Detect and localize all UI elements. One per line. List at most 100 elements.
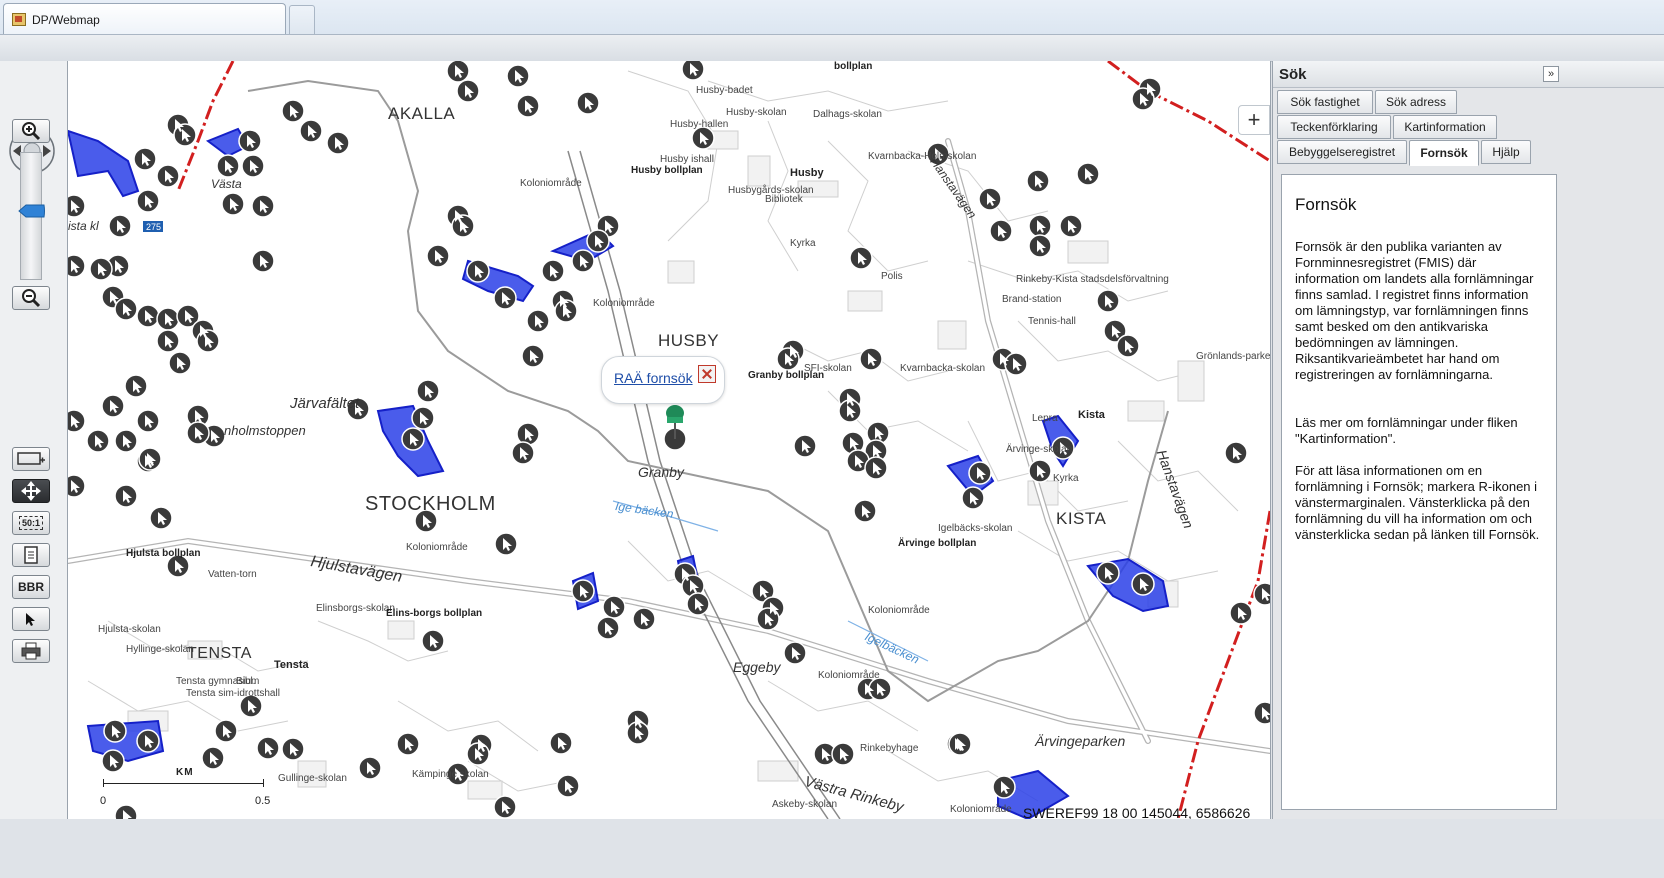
coordinate-readout: SWEREF99 18 00 145044, 6586626 [1023,805,1251,819]
map-label-askeby-skolan: Askeby-skolan [772,799,838,810]
browser-tab-bar: DP/Webmap [0,0,1664,35]
map-label-ista-kl: ista kl [68,219,99,233]
map-label-eggeby: Eggeby [733,659,781,675]
fornsok-paragraph-2: Läs mer om fornlämningar under fliken "K… [1295,415,1518,446]
scale-bar: KM 0 0.5 [98,765,278,815]
map-label-vasta: Västa [211,177,242,191]
bbr-button[interactable]: BBR [12,575,50,599]
map-tools-panel: 50:1 BBR [0,61,68,819]
map-label-kista-small: Kista [1078,409,1105,421]
pan-tool-button[interactable] [12,479,50,503]
map-label-koloniomrade-5: Koloniområde [818,670,880,681]
map-label-gullinge-skolan: Gullinge-skolan [278,773,347,784]
scale-min: 0 [100,795,107,807]
map-label-brandstation: Brand-station [1002,294,1062,305]
map-label-tensta: TENSTA [187,645,252,662]
printer-icon [21,642,41,660]
app-toolbar-strip [0,35,1664,62]
map-label-husby-center: Husby [790,167,824,179]
map-label-koloniomrade-2: Koloniområde [593,298,655,309]
map-label-hjulsta-bollplan: Hjulsta bollplan [126,548,201,559]
zoom-slider-handle[interactable] [18,204,46,218]
popup-close-icon[interactable] [698,365,716,383]
map-label-tensta-sim: Tensta sim-idrottshall [186,688,280,699]
search-side-panel: Sök » Sök fastighet Sök adress Teckenför… [1272,61,1664,819]
move-arrows-icon [21,481,41,501]
map-label-gronlandsparken: Grönlands-parken [1196,351,1271,362]
map-label-bibliotek: Bibliotek [765,194,803,205]
scale-button[interactable]: 50:1 [12,511,50,535]
map-label-koloniomrade-4: Koloniområde [868,605,930,616]
map-label-husby: HUSBY [658,331,720,350]
map-label-husby-skolan: Husby-skolan [726,107,787,118]
zoom-in-button[interactable] [12,119,50,143]
fornsok-paragraph-3: För att läsa informationen om en fornläm… [1295,463,1540,542]
map-label-stockholm: STOCKHOLM [365,493,496,515]
tab-sok-adress[interactable]: Sök adress [1375,90,1457,114]
map-zoom-plus-button[interactable]: + [1238,105,1270,135]
map-view[interactable]: 275 AKALLA STOCKHOLM HUSBY KISTA TENSTA … [68,61,1271,819]
side-panel-header: Sök » [1273,61,1664,88]
scale-unit: KM [176,767,194,778]
map-label-kista: KISTA [1056,509,1107,528]
collapse-panel-icon[interactable]: » [1543,66,1559,82]
tab-teckenforklaring[interactable]: Teckenförklaring [1277,115,1391,139]
map-label-lepra: Lepra [1032,413,1058,424]
map-label-granby: Granby [638,464,684,480]
map-label-polis: Polis [881,271,903,282]
fornsok-paragraph-1: Fornsök är den publika varianten av Forn… [1295,239,1534,382]
map-label-igelbacks-skolan: Igelbäcks-skolan [938,523,1013,534]
tab-bebyggelseregistret[interactable]: Bebyggelseregistret [1277,140,1407,164]
webmap-favicon-icon [12,13,26,26]
map-label-kampinge-skolan: Kämpinge skolan [412,769,489,780]
map-label-granby-bollplan: Granby bollplan [748,370,825,381]
map-label-rinkeby-kista: Rinkeby-Kista stadsdelsförvaltning [1016,274,1169,285]
document-button[interactable] [12,543,50,567]
map-label-bibl: Bibl. [236,676,256,687]
fornsok-popup: RAÄ fornsök [601,356,725,404]
scale-max: 0.5 [255,795,271,807]
side-panel-title: Sök [1279,66,1307,83]
print-button[interactable] [12,639,50,663]
map-label-husby-bollplan: Husby bollplan [631,165,703,176]
zoom-in-icon [22,122,41,141]
map-label-koloniomrade-3: Koloniområde [406,542,468,553]
browser-tab[interactable]: DP/Webmap [3,3,286,34]
map-label-koloniomrade-6: Koloniområde [950,804,1012,815]
map-label-husby-hallen: Husby-hallen [670,119,729,130]
location-pushpin-icon[interactable] [663,405,687,451]
tab-fornsok[interactable]: Fornsök [1409,140,1479,166]
map-label-kvarnbacka-holmskolan: Kvarnbacka-Holmskolan [868,151,977,162]
map-label-arvinge-bollplan: Ärvinge bollplan [898,538,977,549]
fornsok-r-button[interactable] [12,607,50,631]
map-label-husby-badet: Husby-badet [696,85,753,96]
r-arrow-icon [26,613,35,626]
zoom-box-icon [17,452,45,465]
tab-hjalp[interactable]: Hjälp [1481,140,1531,164]
tab-kartinformation[interactable]: Kartinformation [1393,115,1497,139]
map-label-arvinge-skolan: Ärvinge-skolan [1006,444,1073,455]
map-label-jarvafaltet: Järvafältet [290,395,360,412]
browser-tab-title: DP/Webmap [32,13,100,27]
map-label-hyllinge-skolan: Hyllinge-skolan [126,644,194,655]
zoom-box-button[interactable] [12,447,50,471]
status-strip [0,819,1664,878]
fornsok-heading: Fornsök [1295,195,1357,214]
fornsok-info-panel: Fornsök Fornsök är den publika varianten… [1281,174,1557,810]
tab-sok-fastighet[interactable]: Sök fastighet [1277,90,1373,114]
map-label-rinkebyhage: Rinkebyhage [860,743,919,754]
zoom-out-button[interactable] [12,286,50,310]
map-label-hjulsta-skolan: Hjulsta-skolan [98,624,161,635]
map-label-tensta-small: Tensta [274,659,309,671]
map-label-dalhags-skolan: Dalhags-skolan [813,109,882,120]
new-tab-button[interactable] [289,5,315,34]
zoom-out-icon [22,289,41,308]
map-label-kyrka2: Kyrka [1053,473,1079,484]
map-label-elinsborgs-skolan: Elinsborgs-skolan [316,603,395,614]
map-label-akalla: AKALLA [388,104,456,123]
fornsok-popup-link[interactable]: RAÄ fornsök [614,370,693,386]
scale-label: 50:1 [18,516,43,530]
map-label-husby-ishall: Husby ishall [660,154,714,165]
map-label-elins-borgs-bollplan: Elins-borgs bollplan [386,608,483,619]
map-label-tennishall: Tennis-hall [1028,316,1076,327]
